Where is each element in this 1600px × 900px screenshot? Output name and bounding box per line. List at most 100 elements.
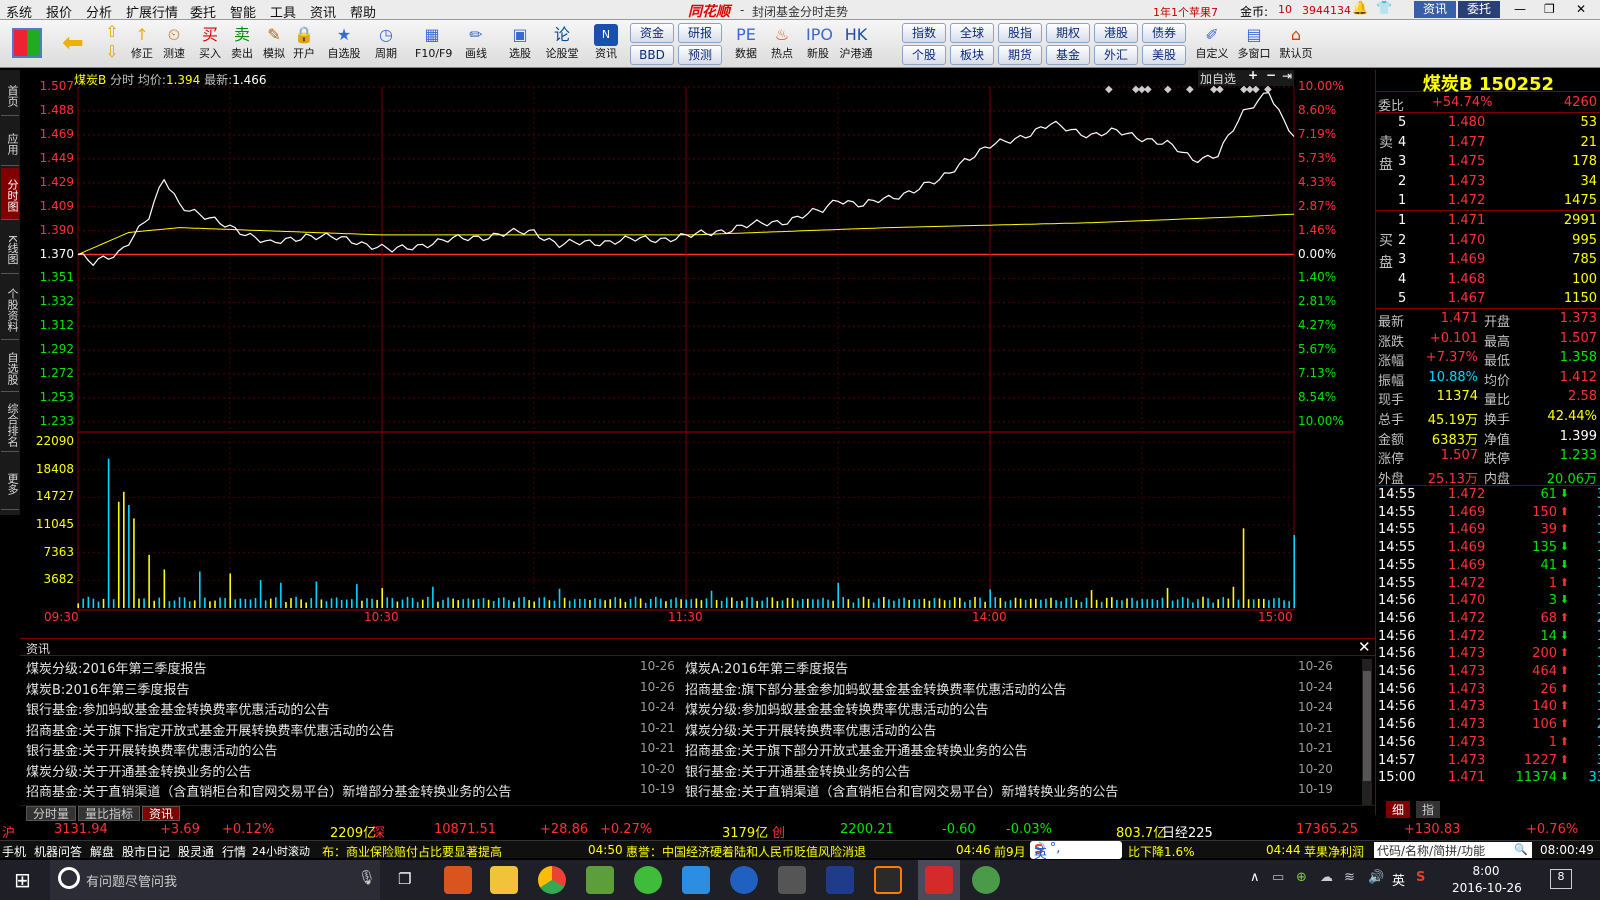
updown-arrows-icon[interactable]: ⇧ ⇩ [100, 22, 124, 66]
network-app-icon[interactable] [730, 866, 758, 894]
ticker-robot-qa[interactable]: 机器问答 [34, 843, 82, 860]
news-item-right[interactable]: 银行基金:关于直销渠道（含直销柜台和官网交易平台）新增转换业务的公告 [685, 781, 1118, 800]
signal-marker[interactable]: ◆ [1144, 84, 1152, 95]
tool-0-button[interactable]: ↑ 修正 [125, 22, 159, 66]
tool-2-button[interactable]: 买买入 [193, 22, 227, 66]
share-icon[interactable] [682, 866, 710, 894]
shirt-icon[interactable]: 👕 [1376, 1, 1392, 16]
ticker-news-2[interactable]: 惠誉：中国经济硬着陆和人民币贬值风险消退 [626, 843, 866, 860]
news-item-right[interactable]: 煤炭A:2016年第三季度报告 [685, 658, 848, 677]
news-item-left[interactable]: 招商基金:关于旗下指定开放式基金开展转换费率优惠活动的公告 [26, 720, 394, 739]
sell-row[interactable]: 2 1.473 34 [1376, 172, 1600, 192]
ticker-gulingtong[interactable]: 股灵通 [178, 843, 214, 860]
tool-11-button[interactable]: 论论股堂 [545, 22, 579, 66]
ime-toolbar[interactable]: S 英 ☽ °, [1030, 841, 1122, 862]
task-view-icon[interactable]: ❐ [398, 870, 411, 888]
buy-row[interactable]: 4 1.468 100 [1376, 270, 1600, 290]
signal-marker[interactable]: ◆ [1186, 84, 1194, 95]
tab-index[interactable]: 指 [1416, 801, 1441, 818]
news-item-left[interactable]: 招商基金:关于直销渠道（含直销柜台和官网交易平台）新增部分基金转换业务的公告 [26, 781, 511, 800]
ticker-mobile[interactable]: 手机 [2, 843, 26, 860]
news-item-right[interactable]: 招商基金:旗下部分基金参加蚂蚁基金基金转换费率优惠活动的公告 [685, 679, 1066, 698]
back-arrow-icon[interactable]: ⬅ [62, 30, 90, 56]
menu-smart[interactable]: 智能 [230, 2, 256, 21]
tool-13-button[interactable]: PE 数据 [729, 22, 763, 66]
news-item-left[interactable]: 煤炭分级:关于开通基金转换业务的公告 [26, 761, 251, 780]
side-tab-6[interactable]: 综合排名 [1, 394, 19, 452]
ticker-news-3[interactable]: 前9月 [994, 843, 1026, 860]
mic-icon[interactable]: 🎙 [358, 870, 376, 886]
buy-row[interactable]: 1 1.471 2991 [1376, 211, 1600, 231]
quick-button-1[interactable]: BBD [630, 45, 674, 65]
minimize-icon[interactable]: — [1514, 2, 1526, 16]
ticker-24h[interactable]: 24小时滚动 [252, 843, 310, 859]
tonghuashun-app-icon[interactable] [918, 860, 960, 900]
quick-button-0[interactable]: 资金 [630, 23, 674, 43]
buy-row[interactable]: 3 1.469 785 [1376, 250, 1600, 270]
menu-quote[interactable]: 报价 [46, 2, 72, 21]
zoom-out-icon[interactable]: − [1266, 68, 1276, 82]
quick-button-2[interactable]: 研报 [678, 23, 722, 43]
sell-row[interactable]: 1 1.472 1475 [1376, 191, 1600, 212]
chrome-icon[interactable] [538, 866, 566, 894]
news-scroll-thumb[interactable] [1363, 671, 1371, 781]
quick-button-3[interactable]: 预测 [678, 45, 722, 65]
powershell-icon[interactable] [826, 866, 854, 894]
tool-19-button[interactable]: ⌂ 默认页 [1279, 22, 1313, 66]
quick-button-15[interactable]: 美股 [1142, 45, 1186, 65]
tray-plus-icon[interactable]: ⊕ [1296, 870, 1307, 885]
add-watch-button[interactable]: 加自选 [1200, 70, 1236, 87]
menu-help[interactable]: 帮助 [350, 2, 376, 21]
ticker-analysis[interactable]: 解盘 [90, 843, 114, 860]
wechat-icon[interactable] [634, 866, 662, 894]
tool-6-button[interactable]: ★ 自选股 [327, 22, 361, 66]
tab-volume[interactable]: 分时量 [26, 806, 77, 821]
side-tab-5[interactable]: 自选股 [1, 342, 19, 392]
tool-7-button[interactable]: ◷ 周期 [369, 22, 403, 66]
menu-system[interactable]: 系统 [6, 2, 32, 21]
tool-4-button[interactable]: ✎ 模拟 [257, 22, 291, 66]
tray-device-icon[interactable]: ▭ [1272, 870, 1284, 885]
chart-canvas[interactable]: ◆ ◆◆◆ ◆ ◆ ◆◆ ◆◆◆ ◆ [20, 70, 1375, 642]
sell-row[interactable]: 4 1.477 21 [1376, 133, 1600, 153]
news-item-left[interactable]: 银行基金:参加蚂蚁基金基金转换费率优惠活动的公告 [26, 699, 329, 718]
tray-up-icon[interactable]: ∧ [1250, 870, 1260, 885]
quick-button-13[interactable]: 外汇 [1094, 45, 1138, 65]
ticker-diary[interactable]: 股市日记 [122, 843, 170, 860]
close-icon[interactable]: ✕ [1576, 2, 1586, 16]
tab-news[interactable]: 资讯 [142, 806, 181, 821]
tool-3-button[interactable]: 卖卖出 [225, 22, 259, 66]
sell-row[interactable]: 5 1.480 53 [1376, 113, 1600, 133]
evernote-icon[interactable] [586, 866, 614, 894]
quick-button-8[interactable]: 股指 [998, 23, 1042, 43]
side-tab-3[interactable]: K线图 [1, 222, 19, 274]
tool-16-button[interactable]: HK 沪港通 [839, 22, 873, 66]
quick-button-4[interactable]: 指数 [902, 23, 946, 43]
wifi-icon[interactable]: ≋ [1344, 870, 1355, 885]
tool-10-button[interactable]: ▣ 选股 [503, 22, 537, 66]
tray-cloud-icon[interactable]: ☁ [1320, 870, 1333, 885]
menu-news[interactable]: 资讯 [310, 2, 336, 21]
quick-button-12[interactable]: 港股 [1094, 23, 1138, 43]
trade-menu-button[interactable]: 委托 [1458, 1, 1500, 18]
tool-12-button[interactable]: N 资讯 [589, 22, 623, 66]
tool-15-button[interactable]: IPO 新股 [801, 22, 835, 66]
news-close-icon[interactable]: ✕ [1358, 638, 1371, 656]
tool-1-button[interactable]: ⏲ 测速 [157, 22, 191, 66]
tool-5-button[interactable]: 🔒 开户 [287, 22, 321, 66]
explorer-icon[interactable] [490, 866, 518, 894]
news-item-left[interactable]: 煤炭分级:2016年第三季度报告 [26, 658, 206, 677]
quick-button-14[interactable]: 债券 [1142, 23, 1186, 43]
cortana-search[interactable]: 有问题尽管问我 🎙 [50, 860, 380, 900]
zoom-in-icon[interactable]: + [1248, 68, 1258, 82]
menu-analysis[interactable]: 分析 [86, 2, 112, 21]
tool-8-button[interactable]: ▦ F10/F9 [415, 22, 452, 66]
news-item-left[interactable]: 煤炭B:2016年第三季度报告 [26, 679, 189, 698]
menu-tools[interactable]: 工具 [270, 2, 296, 21]
intraday-chart[interactable]: ◆ ◆ ◆ ◆ ◆ ◆ ◆ ◆ ◆ ◆ ◆ ◆ 煤炭B 分时 均价:1.394 最新:1.466 加自… [20, 68, 1375, 642]
ticker-quote[interactable]: 行情 [222, 843, 246, 860]
ticker-news-4[interactable]: 比下降1.6% [1128, 843, 1195, 860]
menu-trade[interactable]: 委托 [190, 2, 216, 21]
side-tab-7[interactable]: 更多 [1, 454, 19, 510]
windows-start-icon[interactable]: ⊞ [14, 868, 31, 892]
